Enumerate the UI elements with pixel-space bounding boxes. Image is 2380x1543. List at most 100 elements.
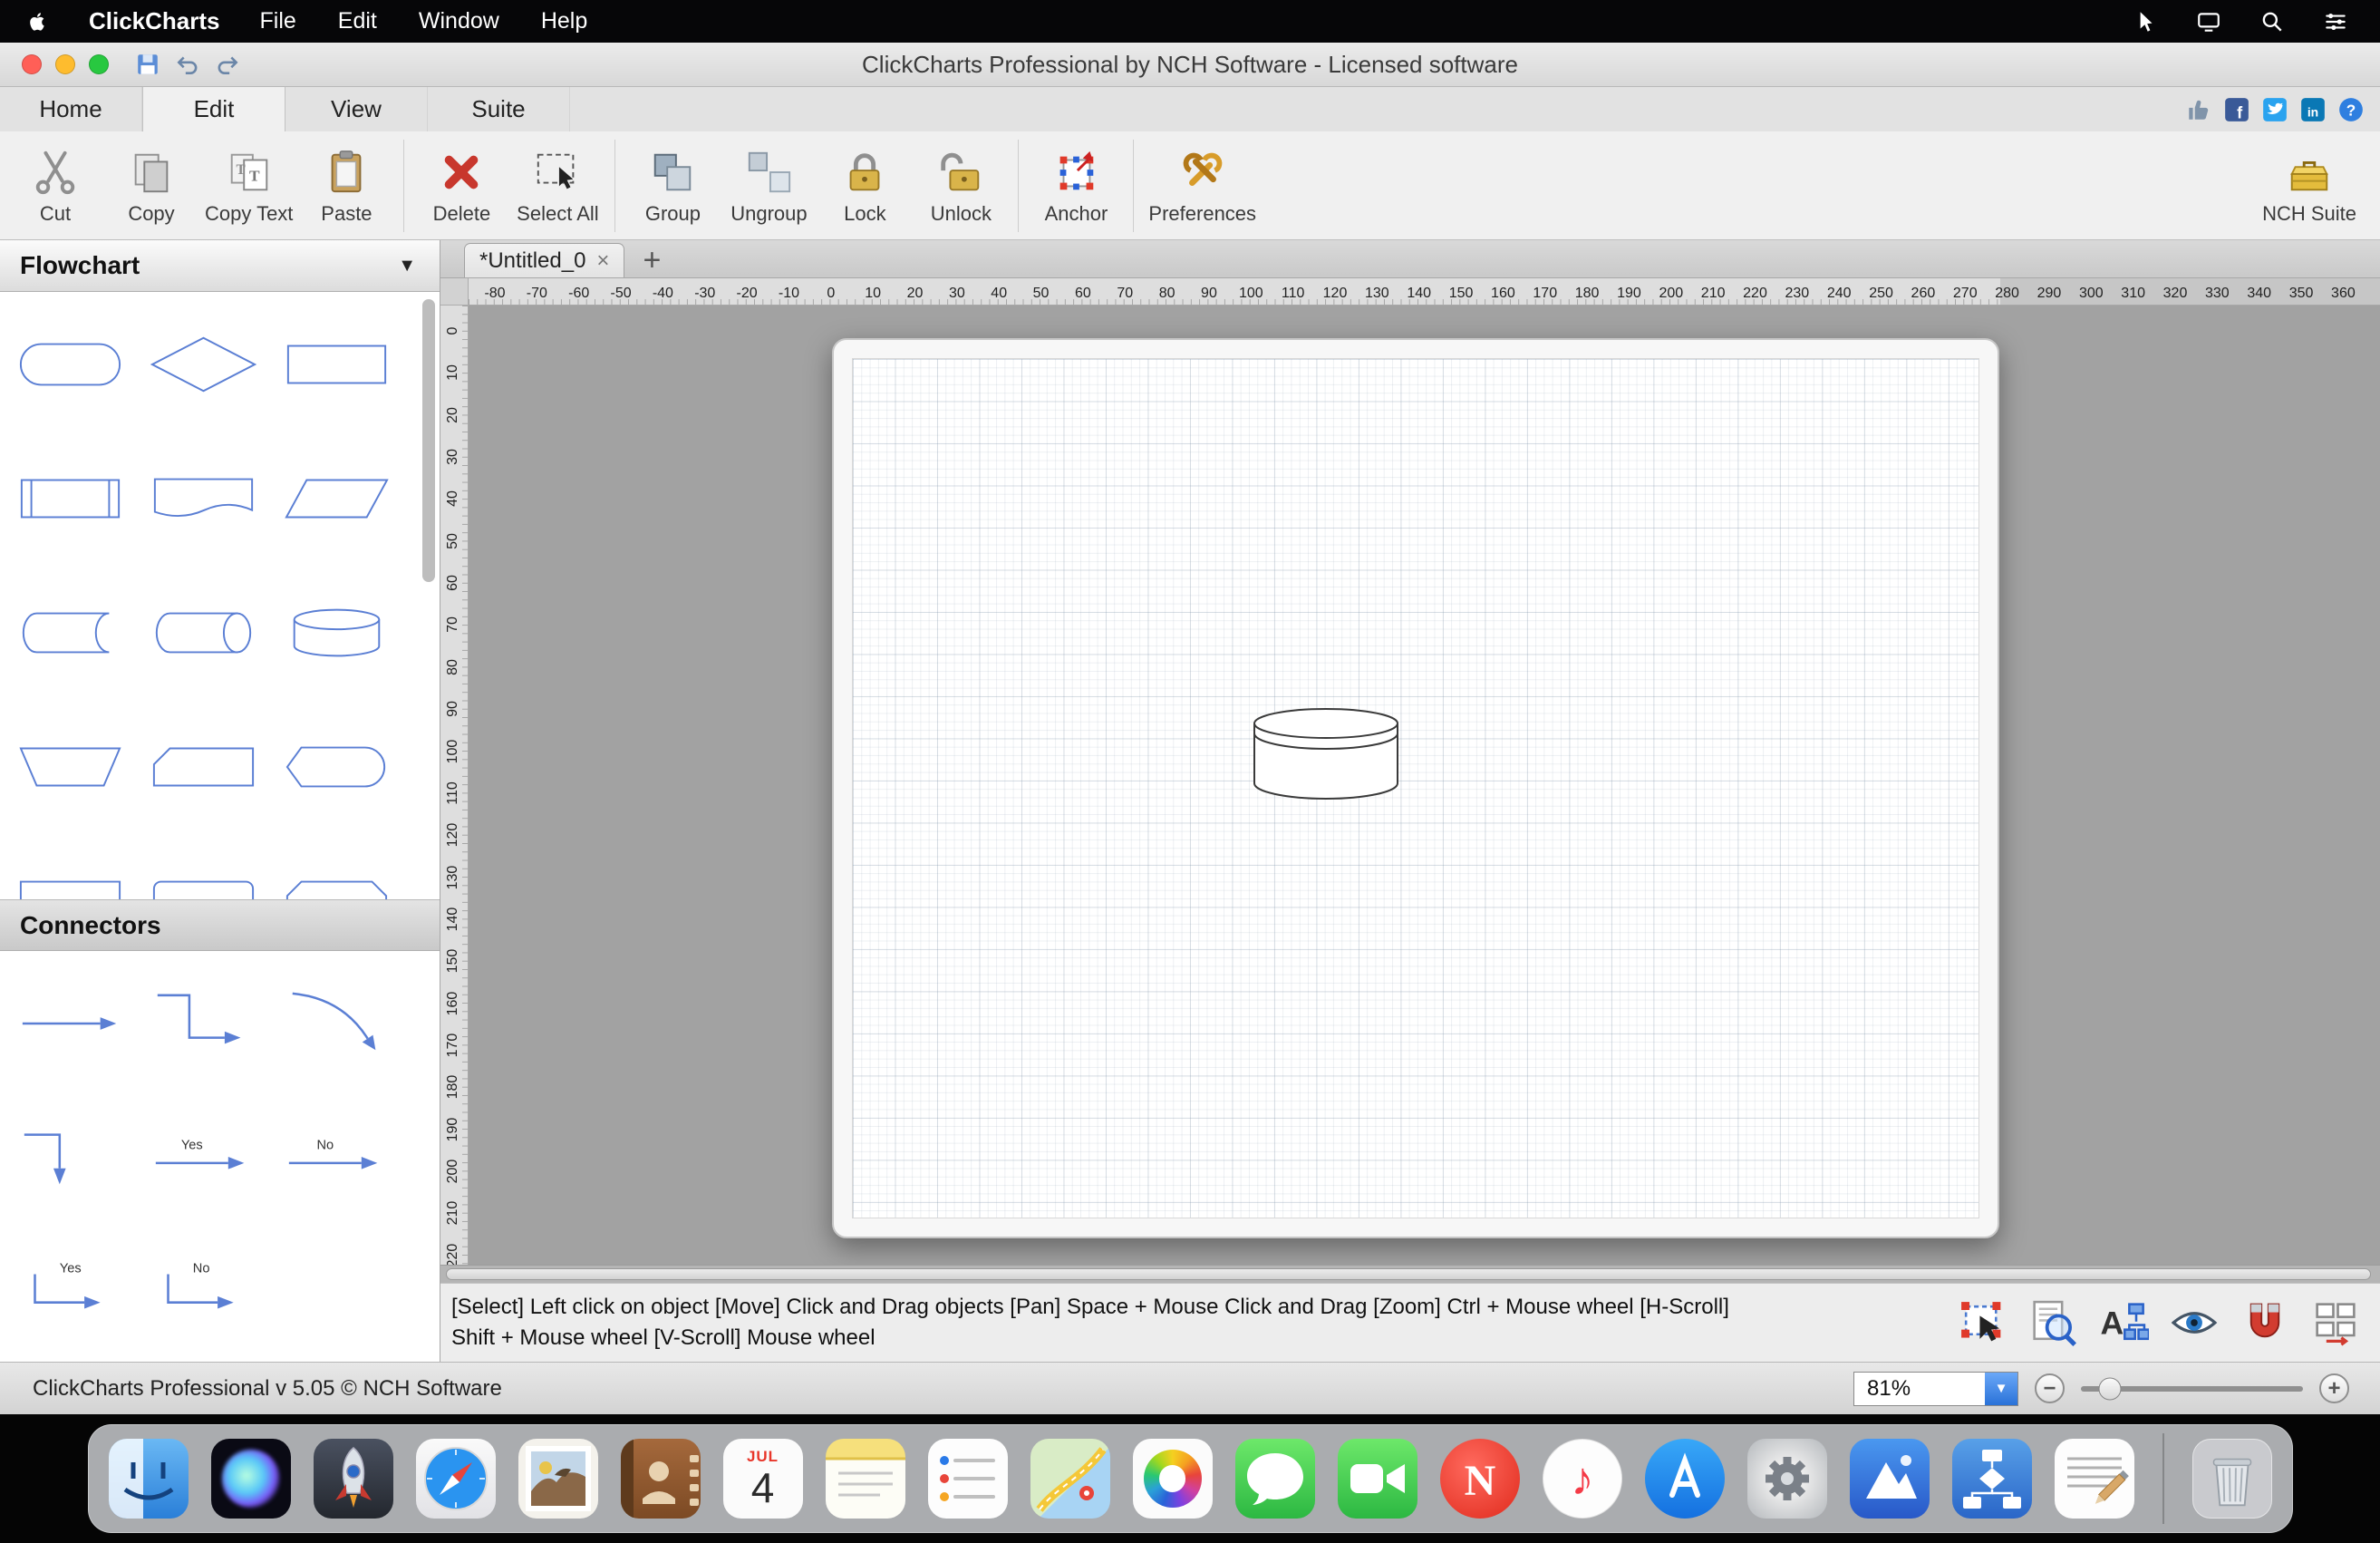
shape-terminator[interactable]	[4, 297, 137, 432]
help-icon[interactable]: ?	[2336, 95, 2365, 124]
clickcharts-icon[interactable]	[1952, 1439, 2032, 1519]
maps-icon[interactable]	[1030, 1439, 1110, 1519]
shape-process[interactable]	[270, 297, 403, 432]
copy-text-button[interactable]: TTCopy Text	[199, 137, 298, 235]
page[interactable]	[832, 338, 1999, 1238]
display-icon[interactable]	[2195, 8, 2222, 35]
linkedin-icon[interactable]: in	[2298, 95, 2327, 124]
database-shape[interactable]	[1251, 705, 1401, 802]
document-tab[interactable]: *Untitled_0 ×	[464, 243, 624, 277]
undo-icon[interactable]	[174, 51, 201, 78]
lock-button[interactable]: Lock	[817, 137, 913, 235]
eye-button[interactable]	[2164, 1293, 2224, 1353]
tab-close-icon[interactable]: ×	[596, 248, 609, 274]
shape-direct-access-storage[interactable]	[137, 566, 270, 700]
copy-button[interactable]: Copy	[103, 137, 199, 235]
shape-alternate-process[interactable]	[137, 834, 270, 899]
save-icon[interactable]	[134, 51, 161, 78]
photos-icon[interactable]	[1133, 1439, 1213, 1519]
shape-loop-limit[interactable]	[270, 834, 403, 899]
collapse-triangle-icon[interactable]: ▼	[398, 256, 416, 277]
mountain-app-icon[interactable]	[1850, 1439, 1930, 1519]
menu-window[interactable]: Window	[419, 8, 499, 34]
close-window-button[interactable]	[22, 54, 42, 74]
shape-card[interactable]	[137, 700, 270, 834]
calendar-icon[interactable]: JUL4	[723, 1439, 803, 1519]
tab-view[interactable]: View	[285, 87, 428, 131]
zoom-window-button[interactable]	[89, 54, 109, 74]
menu-edit[interactable]: Edit	[338, 8, 377, 34]
siri-icon[interactable]	[211, 1439, 291, 1519]
facebook-icon[interactable]: f	[2222, 95, 2251, 124]
tab-home[interactable]: Home	[0, 87, 142, 131]
nch-suite-button[interactable]: NCH Suite	[2257, 137, 2362, 235]
text-diagram-button[interactable]: A	[2094, 1293, 2153, 1353]
app-store-icon[interactable]	[1645, 1439, 1725, 1519]
arrange-button[interactable]	[2306, 1293, 2365, 1353]
connector-elbow-labeled-no[interactable]: No	[137, 1225, 270, 1359]
music-icon[interactable]: ♪	[1543, 1439, 1622, 1519]
thumbs-up-icon[interactable]	[2184, 95, 2213, 124]
connector-straight-arrow-labeled-yes[interactable]: Yes	[137, 1091, 270, 1225]
zoom-out-button[interactable]: −	[2035, 1373, 2065, 1403]
canvas-h-scrollbar-thumb[interactable]	[446, 1268, 2371, 1280]
news-icon[interactable]: N	[1440, 1439, 1520, 1519]
menu-file[interactable]: File	[260, 8, 296, 34]
group-button[interactable]: Group	[624, 137, 721, 235]
minimize-window-button[interactable]	[55, 54, 75, 74]
trash-icon[interactable]	[2192, 1439, 2272, 1519]
connector-straight-arrow[interactable]	[4, 956, 137, 1091]
zoom-page-button[interactable]	[2023, 1293, 2083, 1353]
textedit-icon[interactable]	[2055, 1439, 2134, 1519]
new-tab-button[interactable]: +	[643, 243, 661, 277]
unlock-button[interactable]: Unlock	[913, 137, 1009, 235]
menu-help[interactable]: Help	[541, 8, 587, 34]
connector-curved-arrow[interactable]	[270, 956, 403, 1091]
zoom-slider[interactable]	[2081, 1386, 2303, 1392]
shape-data[interactable]	[270, 432, 403, 566]
connectors-section-header[interactable]: Connectors	[0, 899, 440, 951]
zoom-slider-thumb[interactable]	[2099, 1377, 2122, 1400]
shape-decision[interactable]	[137, 297, 270, 432]
shape-manual-operation[interactable]	[4, 700, 137, 834]
preferences-button[interactable]: Preferences	[1143, 137, 1262, 235]
connector-elbow-arrow[interactable]	[137, 956, 270, 1091]
zoom-in-button[interactable]: +	[2319, 1373, 2349, 1403]
pointer-icon[interactable]	[2132, 8, 2159, 35]
twitter-icon[interactable]	[2260, 95, 2289, 124]
shape-document[interactable]	[137, 432, 270, 566]
reminders-icon[interactable]	[928, 1439, 1008, 1519]
shape-predefined-process[interactable]	[4, 432, 137, 566]
sidebar-scrollbar[interactable]	[422, 299, 435, 582]
search-icon[interactable]	[2259, 8, 2286, 35]
shape-display[interactable]	[270, 700, 403, 834]
magnet-button[interactable]	[2235, 1293, 2295, 1353]
stamp-icon[interactable]	[518, 1439, 598, 1519]
anchor-button[interactable]: Anchor	[1028, 137, 1124, 235]
notes-icon[interactable]	[826, 1439, 905, 1519]
connector-elbow-labeled-yes[interactable]: Yes	[4, 1225, 137, 1359]
delete-button[interactable]: Delete	[413, 137, 509, 235]
cut-button[interactable]: Cut	[7, 137, 103, 235]
control-list-icon[interactable]	[2322, 8, 2349, 35]
shape-stored-data[interactable]	[4, 566, 137, 700]
connector-elbow-down-arrow[interactable]	[4, 1091, 137, 1225]
tab-suite[interactable]: Suite	[428, 87, 570, 131]
selection-handles-button[interactable]	[1952, 1293, 2012, 1353]
messages-icon[interactable]	[1235, 1439, 1315, 1519]
paste-button[interactable]: Paste	[298, 137, 394, 235]
menubar-app-name[interactable]: ClickCharts	[89, 7, 220, 35]
shape-offpage-connector[interactable]	[4, 834, 137, 899]
system-preferences-icon[interactable]	[1747, 1439, 1827, 1519]
flowchart-section-header[interactable]: Flowchart ▼	[0, 240, 440, 292]
canvas-h-scrollbar[interactable]	[440, 1265, 2380, 1283]
tab-edit[interactable]: Edit	[142, 87, 285, 131]
contacts-icon[interactable]	[621, 1439, 701, 1519]
ungroup-button[interactable]: Ungroup	[721, 137, 817, 235]
canvas[interactable]: 0102030405060708090100110120130140150160…	[440, 306, 2380, 1265]
safari-icon[interactable]	[416, 1439, 496, 1519]
connector-straight-arrow-labeled-no[interactable]: No	[270, 1091, 403, 1225]
shape-database[interactable]	[270, 566, 403, 700]
facetime-icon[interactable]	[1338, 1439, 1417, 1519]
finder-icon[interactable]	[109, 1439, 189, 1519]
